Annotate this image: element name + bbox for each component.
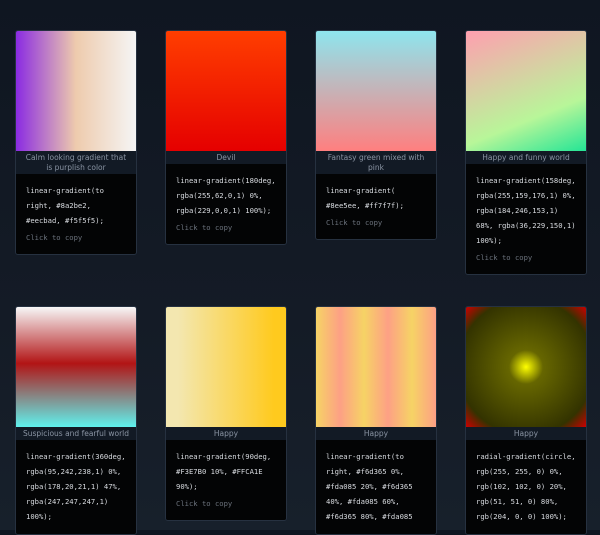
gradient-code: linear-gradient(180deg, rgba(255,62,0,1)… — [176, 176, 276, 215]
gradient-card[interactable]: Suspicious and fearful world linear-grad… — [15, 306, 137, 535]
gradient-title: Fantasy green mixed with pink — [327, 153, 425, 172]
gradient-swatch[interactable] — [316, 307, 436, 427]
gradient-code: linear-gradient(360deg, rgba(95,242,238,… — [26, 452, 126, 521]
gradient-title: Happy — [213, 429, 239, 438]
gradient-code: linear-gradient( #8ee5ee, #ff7f7f); — [326, 186, 404, 210]
gradient-swatch[interactable] — [316, 31, 436, 151]
gradient-swatch[interactable] — [16, 307, 136, 427]
code-box[interactable]: linear-gradient( #8ee5ee, #ff7f7f); Clic… — [316, 174, 436, 239]
gradient-title: Happy — [363, 429, 389, 438]
gradient-gallery: Calm looking gradient that is purplish c… — [0, 0, 600, 535]
gradient-swatch[interactable] — [16, 31, 136, 151]
code-box[interactable]: linear-gradient(158deg, rgba(255,159,176… — [466, 164, 586, 274]
gradient-title: Happy — [513, 429, 539, 438]
gradient-code: linear-gradient(to right, #f6d365 0%, #f… — [326, 452, 413, 521]
gradient-swatch[interactable] — [466, 307, 586, 427]
gradient-card[interactable]: Happy linear-gradient(90deg, #F3E7B0 10%… — [165, 306, 287, 521]
gradient-card[interactable]: Calm looking gradient that is purplish c… — [15, 30, 137, 255]
click-to-copy[interactable]: Click to copy — [476, 252, 576, 264]
code-box[interactable]: linear-gradient(90deg, #F3E7B0 10%, #FFC… — [166, 440, 286, 520]
code-box[interactable]: linear-gradient(360deg, rgba(95,242,238,… — [16, 440, 136, 534]
code-box[interactable]: linear-gradient(to right, #f6d365 0%, #f… — [316, 440, 436, 534]
gradient-code: linear-gradient(90deg, #F3E7B0 10%, #FFC… — [176, 452, 272, 491]
gradient-title: Happy and funny world — [482, 153, 570, 162]
gradient-title: Suspicious and fearful world — [22, 429, 130, 438]
gradient-code: radial-gradient(circle, rgb(255, 255, 0)… — [476, 452, 576, 521]
gradient-title: Calm looking gradient that is purplish c… — [25, 153, 127, 172]
gradient-card[interactable]: Happy and funny world linear-gradient(15… — [465, 30, 587, 275]
click-to-copy[interactable]: Click to copy — [326, 217, 426, 229]
gradient-swatch[interactable] — [466, 31, 586, 151]
gradient-code: linear-gradient(158deg, rgba(255,159,176… — [476, 176, 576, 245]
click-to-copy[interactable]: Click to copy — [26, 232, 126, 244]
gradient-card[interactable]: Fantasy green mixed with pink linear-gra… — [315, 30, 437, 240]
gradient-title: Devil — [216, 153, 236, 162]
gradient-card[interactable]: Devil linear-gradient(180deg, rgba(255,6… — [165, 30, 287, 245]
gradient-card[interactable]: Happy linear-gradient(to right, #f6d365 … — [315, 306, 437, 535]
code-box[interactable]: linear-gradient(180deg, rgba(255,62,0,1)… — [166, 164, 286, 244]
code-box[interactable]: radial-gradient(circle, rgb(255, 255, 0)… — [466, 440, 586, 534]
code-box[interactable]: linear-gradient(to right, #8a2be2, #eecb… — [16, 174, 136, 254]
gradient-swatch[interactable] — [166, 307, 286, 427]
gradient-card[interactable]: Happy radial-gradient(circle, rgb(255, 2… — [465, 306, 587, 535]
click-to-copy[interactable]: Click to copy — [176, 222, 276, 234]
click-to-copy[interactable]: Click to copy — [176, 498, 276, 510]
gradient-swatch[interactable] — [166, 31, 286, 151]
gradient-code: linear-gradient(to right, #8a2be2, #eecb… — [26, 186, 104, 225]
